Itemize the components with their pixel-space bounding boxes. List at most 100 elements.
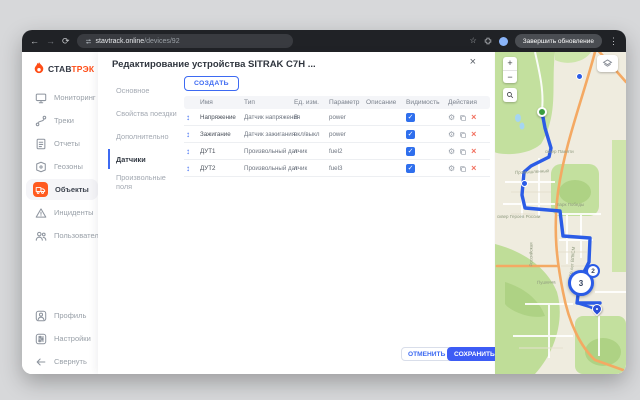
map-search-button[interactable] (503, 88, 517, 102)
geofence-icon (35, 161, 47, 173)
column-header: Описание (366, 96, 402, 109)
tab-2[interactable]: Свойства поездки (108, 103, 180, 123)
logo-flame-icon (33, 61, 45, 75)
sidebar-item-пользователи[interactable]: Пользователи (26, 225, 98, 246)
incident-icon (35, 207, 47, 219)
drag-handle-icon[interactable]: ↕ (186, 109, 198, 126)
column-header: Ед. изм. (294, 96, 329, 109)
cell-param: power (329, 109, 366, 126)
bookmark-star-icon[interactable]: ☆ (470, 37, 477, 45)
cell-desc (366, 143, 402, 160)
sidebar-item-отчеты[interactable]: Отчеты (26, 133, 98, 154)
route-start-marker[interactable] (537, 107, 547, 117)
save-button[interactable]: СОХРАНИТЬ (447, 347, 502, 361)
column-header: Тип (244, 96, 294, 109)
row-actions: ⚙× (448, 109, 476, 126)
visibility-checkbox[interactable]: ✓ (406, 113, 415, 122)
cell-param: fuel2 (329, 143, 366, 160)
browser-toolbar: ← → ⟳ stavtrack.online/devices/92 ☆ Заве… (22, 30, 626, 52)
truck-icon (35, 184, 46, 195)
app-content: СТАВТРЭК Мониторинг Треки Отчеты Геозоны Объ… (22, 52, 626, 374)
sidebar-item-мониторинг[interactable]: Мониторинг (26, 87, 98, 108)
table-body: ↕НапряжениеДатчик напряженияВpower✓⚙×↕За… (184, 109, 490, 177)
copy-icon-button[interactable] (459, 131, 467, 139)
cell-desc (366, 160, 402, 177)
cell-type: Датчик зажигания (244, 126, 294, 143)
cluster-badge-marker[interactable]: 2 (586, 264, 600, 278)
browser-window: ← → ⟳ stavtrack.online/devices/92 ☆ Заве… (22, 30, 626, 374)
visibility-checkbox[interactable]: ✓ (406, 164, 415, 173)
back-icon[interactable]: ← (30, 37, 39, 46)
delete-icon[interactable]: × (471, 147, 476, 156)
cell-type: Датчик напряжения (244, 109, 294, 126)
waypoint-marker[interactable] (521, 180, 528, 187)
row-actions: ⚙× (448, 126, 476, 143)
tab-5[interactable]: Произвольные поля (108, 172, 180, 192)
table-row: ↕ДУТ1Произвольный датчиклfuel2✓⚙× (184, 143, 490, 160)
tab-1[interactable]: Основное (108, 80, 180, 100)
extensions-icon[interactable] (484, 37, 492, 45)
gear-icon[interactable]: ⚙ (448, 130, 455, 139)
copy-icon-button[interactable] (459, 165, 467, 173)
settings-icon (35, 333, 47, 345)
sidebar-item-label: Настройки (54, 334, 91, 343)
cell-unit: вкл/выкл (294, 126, 329, 143)
close-icon[interactable]: × (470, 56, 476, 68)
cancel-button[interactable]: ОТМЕНИТЬ (401, 347, 452, 361)
table-row: ↕ДУТ2Произвольный датчиклfuel3✓⚙× (184, 160, 490, 177)
tab-4[interactable]: Датчики (108, 149, 180, 169)
delete-icon[interactable]: × (471, 164, 476, 173)
sidebar-footer-настройки[interactable]: Настройки (26, 328, 98, 349)
browser-menu-icon[interactable]: ⋮ (609, 36, 618, 47)
row-actions: ⚙× (448, 160, 476, 177)
sidebar-item-треки[interactable]: Треки (26, 110, 98, 131)
copy-icon (459, 114, 467, 122)
drag-handle-icon[interactable]: ↕ (186, 143, 198, 160)
zoom-out-button[interactable]: − (503, 70, 517, 83)
sidebar-footer-профиль[interactable]: Профиль (26, 305, 98, 326)
map-panel[interactable]: Промышленныйсквер Памятипарк Победысквер… (495, 52, 626, 374)
copy-icon-button[interactable] (459, 114, 467, 122)
sidebar-footer-свернуть[interactable]: Свернуть (26, 351, 98, 372)
reload-icon[interactable]: ⟳ (62, 37, 70, 46)
finish-update-button[interactable]: Завершить обновление (515, 34, 602, 48)
column-header: Имя (200, 96, 244, 109)
route-icon (35, 115, 47, 127)
sidebar-item-объекты[interactable]: Объекты (26, 179, 98, 200)
sidebar-item-label: Треки (54, 116, 74, 125)
create-button[interactable]: СОЗДАТЬ (184, 76, 239, 91)
delete-icon[interactable]: × (471, 130, 476, 139)
sidebar-item-геозоны[interactable]: Геозоны (26, 156, 98, 177)
cell-unit: л (294, 143, 329, 160)
cell-type: Произвольный датчик (244, 143, 294, 160)
app-logo[interactable]: СТАВТРЭК (33, 59, 94, 77)
gear-icon[interactable]: ⚙ (448, 113, 455, 122)
users-icon (35, 230, 47, 242)
sidebar-item-label: Геозоны (54, 162, 83, 171)
report-icon (35, 138, 47, 150)
zoom-in-button[interactable]: + (503, 57, 517, 70)
forward-icon[interactable]: → (46, 37, 55, 46)
drag-handle-icon[interactable]: ↕ (186, 160, 198, 177)
map-layers-button[interactable] (597, 55, 618, 72)
sidebar-item-label: Мониторинг (54, 93, 96, 102)
cell-name: Зажигание (200, 126, 244, 143)
profile-avatar[interactable] (499, 37, 508, 46)
copy-icon-button[interactable] (459, 148, 467, 156)
visibility-checkbox[interactable]: ✓ (406, 147, 415, 156)
sidebar-item-инциденты[interactable]: Инциденты (26, 202, 98, 223)
drag-handle-icon[interactable]: ↕ (186, 126, 198, 143)
column-header: Действия (448, 96, 490, 109)
visibility-checkbox[interactable]: ✓ (406, 130, 415, 139)
tab-3[interactable]: Дополнительно (108, 126, 180, 146)
sidebar-item-label: Пользователи (54, 231, 103, 240)
cell-unit: л (294, 160, 329, 177)
address-bar[interactable]: stavtrack.online/devices/92 (77, 34, 293, 48)
delete-icon[interactable]: × (471, 113, 476, 122)
gear-icon[interactable]: ⚙ (448, 164, 455, 173)
desktop: ← → ⟳ stavtrack.online/devices/92 ☆ Заве… (0, 0, 640, 400)
column-header: Видимость (406, 96, 446, 109)
gear-icon[interactable]: ⚙ (448, 147, 455, 156)
waypoint-marker[interactable] (576, 73, 583, 80)
copy-icon (459, 165, 467, 173)
